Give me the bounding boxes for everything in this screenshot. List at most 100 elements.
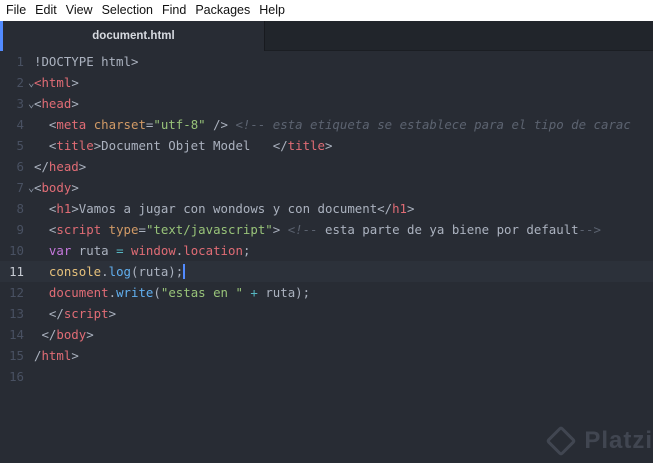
code-token: > bbox=[71, 96, 79, 111]
line-number: 14 bbox=[9, 327, 24, 342]
code-text: <title>Document Objet Model </title> bbox=[34, 135, 333, 156]
code-text: document.write("estas en " + ruta); bbox=[34, 282, 310, 303]
code-line[interactable]: 14 </body> bbox=[0, 324, 653, 345]
tab-bar: document.html bbox=[0, 21, 653, 51]
code-line[interactable]: 2 ⌄ <html> bbox=[0, 72, 653, 93]
code-text: !DOCTYPE html> bbox=[34, 51, 138, 72]
code-line[interactable]: 4 <meta charset="utf-8" /> <!-- esta eti… bbox=[0, 114, 653, 135]
menu-file[interactable]: File bbox=[3, 0, 29, 21]
code-line[interactable]: 13 </script> bbox=[0, 303, 653, 324]
code-token: > bbox=[78, 159, 87, 174]
menu-help[interactable]: Help bbox=[256, 0, 288, 21]
platzi-watermark: Platzi bbox=[545, 425, 653, 457]
menu-find[interactable]: Find bbox=[159, 0, 189, 21]
code-token: "text/javascript" bbox=[145, 222, 273, 237]
code-token: < bbox=[34, 201, 57, 216]
tab-divider bbox=[264, 21, 265, 51]
code-token: --> bbox=[578, 222, 602, 237]
code-token: > bbox=[108, 306, 117, 321]
code-token: location bbox=[183, 243, 243, 258]
code-token: <!-- bbox=[287, 222, 325, 237]
code-token: > bbox=[71, 348, 79, 363]
code-token: = bbox=[138, 222, 146, 237]
code-token: h1 bbox=[56, 201, 72, 216]
code-line[interactable]: 12 document.write("estas en " + ruta); bbox=[0, 282, 653, 303]
code-text: <body> bbox=[34, 177, 79, 198]
platzi-logo-icon bbox=[545, 425, 577, 457]
code-line[interactable]: 5 <title>Document Objet Model </title> bbox=[0, 135, 653, 156]
code-text: var ruta = window.location; bbox=[34, 240, 250, 261]
code-token: > bbox=[86, 327, 94, 342]
line-number: 9 bbox=[16, 222, 24, 237]
code-token: html bbox=[41, 348, 72, 363]
code-token: < bbox=[34, 117, 57, 132]
menu-edit[interactable]: Edit bbox=[32, 0, 60, 21]
code-text: <meta charset="utf-8" /> <!-- esta etiqu… bbox=[34, 114, 631, 135]
code-line[interactable]: 16 bbox=[0, 366, 653, 387]
line-number: 3 bbox=[16, 96, 24, 111]
line-number: 10 bbox=[9, 243, 24, 258]
line-number: 8 bbox=[16, 201, 24, 216]
code-line[interactable]: 7 ⌄ <body> bbox=[0, 177, 653, 198]
code-line[interactable]: 3 ⌄ <head> bbox=[0, 93, 653, 114]
line-number: 11 bbox=[9, 264, 24, 279]
code-token: document bbox=[48, 285, 109, 300]
code-token: >Document Objet Model </ bbox=[93, 138, 288, 153]
menu-view[interactable]: View bbox=[63, 0, 96, 21]
code-line[interactable]: 6 </head> bbox=[0, 156, 653, 177]
line-number: 12 bbox=[9, 285, 24, 300]
code-token: head bbox=[48, 159, 79, 174]
line-number: 13 bbox=[9, 306, 24, 321]
code-token: + bbox=[250, 285, 258, 300]
code-token: console bbox=[48, 264, 102, 279]
code-token: head bbox=[41, 96, 72, 111]
code-line[interactable]: 9 <script type="text/javascript"> <!-- e… bbox=[0, 219, 653, 240]
tab-document-html[interactable]: document.html bbox=[0, 21, 264, 51]
code-token: >Vamos a jugar con wondows y con documen… bbox=[71, 201, 393, 216]
code-token: body bbox=[41, 180, 72, 195]
code-token: </ bbox=[34, 306, 64, 321]
code-text: console.log(ruta); bbox=[34, 261, 185, 282]
line-number: 7 bbox=[16, 180, 24, 195]
code-line[interactable]: 15/html> bbox=[0, 345, 653, 366]
code-token: ruta); bbox=[257, 285, 311, 300]
line-number: 1 bbox=[16, 54, 24, 69]
code-token: charset bbox=[93, 117, 146, 132]
code-token: ruta bbox=[71, 243, 117, 258]
code-token: h1 bbox=[392, 201, 408, 216]
code-token: > bbox=[272, 222, 288, 237]
code-token: < bbox=[34, 138, 57, 153]
text-cursor bbox=[183, 264, 185, 279]
code-token: <html bbox=[34, 75, 72, 90]
code-line[interactable]: 8 <h1>Vamos a jugar con wondows y con do… bbox=[0, 198, 653, 219]
code-token: ( bbox=[153, 285, 161, 300]
code-token: var bbox=[48, 243, 72, 258]
code-line[interactable]: 11 console.log(ruta); bbox=[0, 261, 653, 282]
code-token: . bbox=[108, 285, 117, 300]
code-token: body bbox=[56, 327, 87, 342]
code-token: /> bbox=[205, 117, 236, 132]
menu-packages[interactable]: Packages bbox=[192, 0, 253, 21]
line-number: 5 bbox=[16, 138, 24, 153]
code-token: > bbox=[407, 201, 415, 216]
code-line[interactable]: 1 !DOCTYPE html> bbox=[0, 51, 653, 72]
menu-selection[interactable]: Selection bbox=[99, 0, 156, 21]
line-number: 4 bbox=[16, 117, 24, 132]
code-editor[interactable]: 1 !DOCTYPE html> 2 ⌄ <html> 3 ⌄ <head> 4 <meta c… bbox=[0, 51, 653, 463]
code-text: </script> bbox=[34, 303, 116, 324]
code-token: = bbox=[116, 243, 124, 258]
code-token: title bbox=[56, 138, 94, 153]
line-number: 6 bbox=[16, 159, 24, 174]
code-token: "estas en " bbox=[160, 285, 243, 300]
code-token: type bbox=[108, 222, 139, 237]
tab-title: document.html bbox=[92, 30, 175, 42]
code-token: !DOCTYPE html> bbox=[34, 54, 139, 69]
code-token: write bbox=[116, 285, 154, 300]
code-token: "utf-8" bbox=[153, 117, 206, 132]
code-line[interactable]: 10 var ruta = window.location; bbox=[0, 240, 653, 261]
code-token: script bbox=[63, 306, 109, 321]
